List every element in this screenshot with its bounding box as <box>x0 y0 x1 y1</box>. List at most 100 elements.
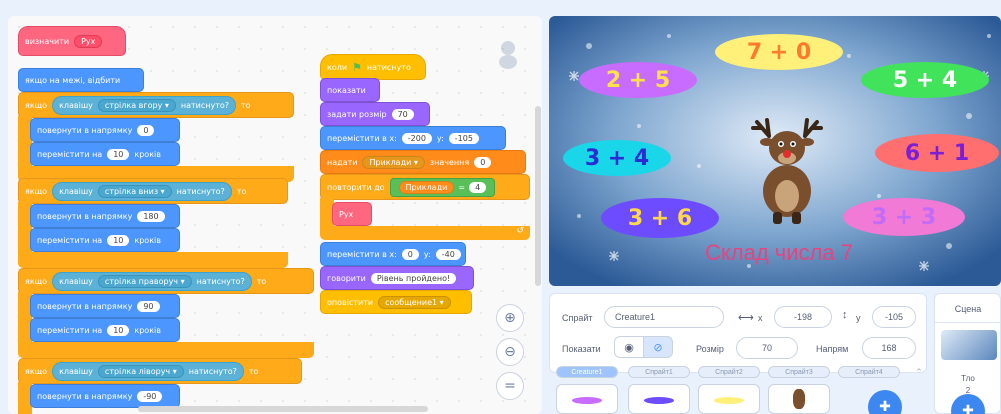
bounce-block[interactable]: якщо на межі, відбити <box>18 68 144 92</box>
vertical-scrollbar[interactable] <box>535 106 541 286</box>
x-input[interactable]: -200 <box>401 132 432 144</box>
sprite-tab-3[interactable]: Спрайт2 <box>698 366 760 378</box>
sprite-tab-4[interactable]: Спрайт3 <box>768 366 830 378</box>
direction-input[interactable]: 168 <box>862 337 916 359</box>
horizontal-scrollbar[interactable] <box>138 406 428 412</box>
steps-input[interactable]: 10 <box>107 234 130 246</box>
key-pressed-sensor[interactable]: клавішу стрілка ліворуч ▾ натиснуто? <box>52 361 244 381</box>
add-sprite-button[interactable]: ✚ <box>868 390 902 414</box>
stage[interactable]: 7 + 0 2 + 5 5 + 4 3 + 4 6 + 1 3 + 6 3 + … <box>549 16 1001 286</box>
stage-panel[interactable]: Сцена Тло 2 ✚ <box>934 293 1001 414</box>
define-name: Рух <box>74 34 103 48</box>
turn-label: повернути в напрямку <box>37 211 133 221</box>
key-pressed-sensor[interactable]: клавішу стрілка вгору ▾ натиснуто? <box>52 95 237 115</box>
condition-value[interactable]: 4 <box>469 181 487 193</box>
answer-oval-1[interactable]: 7 + 0 <box>715 34 843 70</box>
steps-label: кроків <box>134 149 161 159</box>
direction-input[interactable]: -90 <box>137 390 163 402</box>
sprite-name-input[interactable]: Creature1 <box>604 306 724 328</box>
code-area[interactable]: визначити Рух якщо на межі, відбити якщо… <box>8 16 542 414</box>
sprite-thumb-2[interactable] <box>628 384 690 414</box>
show-visible-button[interactable]: ◉ <box>614 336 644 358</box>
key-dropdown[interactable]: стрілка вгору ▾ <box>97 98 176 112</box>
value-input[interactable]: 0 <box>474 156 492 168</box>
direction-input[interactable]: 90 <box>137 300 160 312</box>
zoom-reset-button[interactable]: = <box>496 372 524 400</box>
sprite-thumb-4[interactable] <box>768 384 830 414</box>
zoom-out-button[interactable]: ⊖ <box>496 338 524 366</box>
loop-arrow-icon: ↺ <box>516 226 524 236</box>
direction-input[interactable]: 180 <box>137 210 165 222</box>
turn-block[interactable]: повернути в напрямку 0 <box>30 118 180 142</box>
move-block[interactable]: перемістити на 10 кроків <box>30 318 180 342</box>
size-input[interactable]: 70 <box>736 337 798 359</box>
move-block[interactable]: перемістити на 10 кроків <box>30 228 180 252</box>
answer-oval-3[interactable]: 5 + 4 <box>861 62 989 98</box>
key-pressed-sensor[interactable]: клавішу стрілка праворуч ▾ натиснуто? <box>52 271 252 291</box>
turn-label: повернути в напрямку <box>37 301 133 311</box>
steps-input[interactable]: 10 <box>107 324 130 336</box>
if-up-block[interactable]: якщо клавішу стрілка вгору ▾ натиснуто? … <box>18 92 294 118</box>
variable-dropdown[interactable]: Приклади ▾ <box>362 155 425 169</box>
sprite-tab-2[interactable]: Спрайт1 <box>628 366 690 378</box>
message-dropdown[interactable]: сообщение1 ▾ <box>378 295 451 309</box>
if-label: якщо <box>25 276 48 286</box>
if-down-block[interactable]: якщо клавішу стрілка вниз ▾ натиснуто? т… <box>18 178 288 204</box>
show-block[interactable]: показати <box>320 78 380 102</box>
define-block[interactable]: визначити Рух <box>18 26 126 56</box>
if-right-block[interactable]: якщо клавішу стрілка праворуч ▾ натиснут… <box>18 268 314 294</box>
answer-oval-4[interactable]: 3 + 4 <box>563 140 671 176</box>
say-text-input[interactable]: Рівень пройдено! <box>370 272 457 284</box>
x-input[interactable]: -198 <box>774 306 832 328</box>
y-input[interactable]: -105 <box>448 132 479 144</box>
answer-oval-6[interactable]: 3 + 6 <box>601 198 719 238</box>
equals-operator[interactable]: Приклади = 4 <box>389 177 496 197</box>
steps-label: кроків <box>134 235 161 245</box>
key-dropdown[interactable]: стрілка вниз ▾ <box>97 184 172 198</box>
goto-xy-block[interactable]: перемістити в x: -200 y: -105 <box>320 126 506 150</box>
sprite-list-scroll-up[interactable]: ^ <box>916 368 922 376</box>
stage-divider <box>935 322 1001 323</box>
repeat-until-block[interactable]: повторити до Приклади = 4 <box>320 174 530 200</box>
answer-oval-2[interactable]: 2 + 5 <box>579 62 697 98</box>
answer-oval-5[interactable]: 6 + 1 <box>875 134 999 172</box>
turn-label: повернути в напрямку <box>37 391 133 401</box>
answer-oval-7[interactable]: 3 + 3 <box>843 198 965 236</box>
move-block[interactable]: перемістити на 10 кроків <box>30 142 180 166</box>
sprite-tab-1[interactable]: Creature1 <box>556 366 618 378</box>
say-block[interactable]: говорити Рівень пройдено! <box>320 266 474 290</box>
if-left-block[interactable]: якщо клавішу стрілка ліворуч ▾ натиснуто… <box>18 358 302 384</box>
when-flag-clicked-block[interactable]: коли ⚑ натиснуто <box>320 54 426 80</box>
direction-input[interactable]: 0 <box>137 124 155 136</box>
key-dropdown[interactable]: стрілка ліворуч ▾ <box>97 364 184 378</box>
zoom-in-button[interactable]: ⊕ <box>496 304 524 332</box>
turn-block[interactable]: повернути в напрямку -90 <box>30 384 180 408</box>
backdrop-thumbnail[interactable] <box>941 330 997 360</box>
current-sprite-icon <box>494 38 522 70</box>
broadcast-block[interactable]: оповістити сообщение1 ▾ <box>320 290 472 314</box>
size-input[interactable]: 70 <box>391 108 414 120</box>
y-arrows-icon: ↕ <box>842 309 848 321</box>
steps-input[interactable]: 10 <box>107 148 130 160</box>
turn-block[interactable]: повернути в напрямку 180 <box>30 204 180 228</box>
key-value: стрілка вгору <box>104 100 163 110</box>
set-size-block[interactable]: задати розмір 70 <box>320 102 430 126</box>
key-pressed-sensor[interactable]: клавішу стрілка вниз ▾ натиснуто? <box>52 181 232 201</box>
reindeer-sprite[interactable] <box>747 116 827 226</box>
sprite-tab-5[interactable]: Спрайт4 <box>838 366 900 378</box>
y-input[interactable]: -40 <box>435 248 461 260</box>
set-variable-block[interactable]: надати Приклади ▾ значення 0 <box>320 150 526 174</box>
bounce-label: якщо на межі, відбити <box>25 75 121 85</box>
pressed-label: натиснуто? <box>196 276 245 286</box>
zoom-in-icon: ⊕ <box>504 310 516 326</box>
sprite-thumb-3[interactable] <box>698 384 760 414</box>
show-hidden-button[interactable]: ⊘ <box>643 336 673 358</box>
key-dropdown[interactable]: стрілка праворуч ▾ <box>97 274 192 288</box>
add-backdrop-button[interactable]: ✚ <box>951 394 985 414</box>
x-input[interactable]: 0 <box>401 248 419 260</box>
sprite-thumb-1[interactable] <box>556 384 618 414</box>
call-move-block[interactable]: Рух <box>332 202 372 226</box>
goto-xy-block-2[interactable]: перемістити в x: 0 y: -40 <box>320 242 466 266</box>
y-input[interactable]: -105 <box>872 306 916 328</box>
turn-block[interactable]: повернути в напрямку 90 <box>30 294 180 318</box>
